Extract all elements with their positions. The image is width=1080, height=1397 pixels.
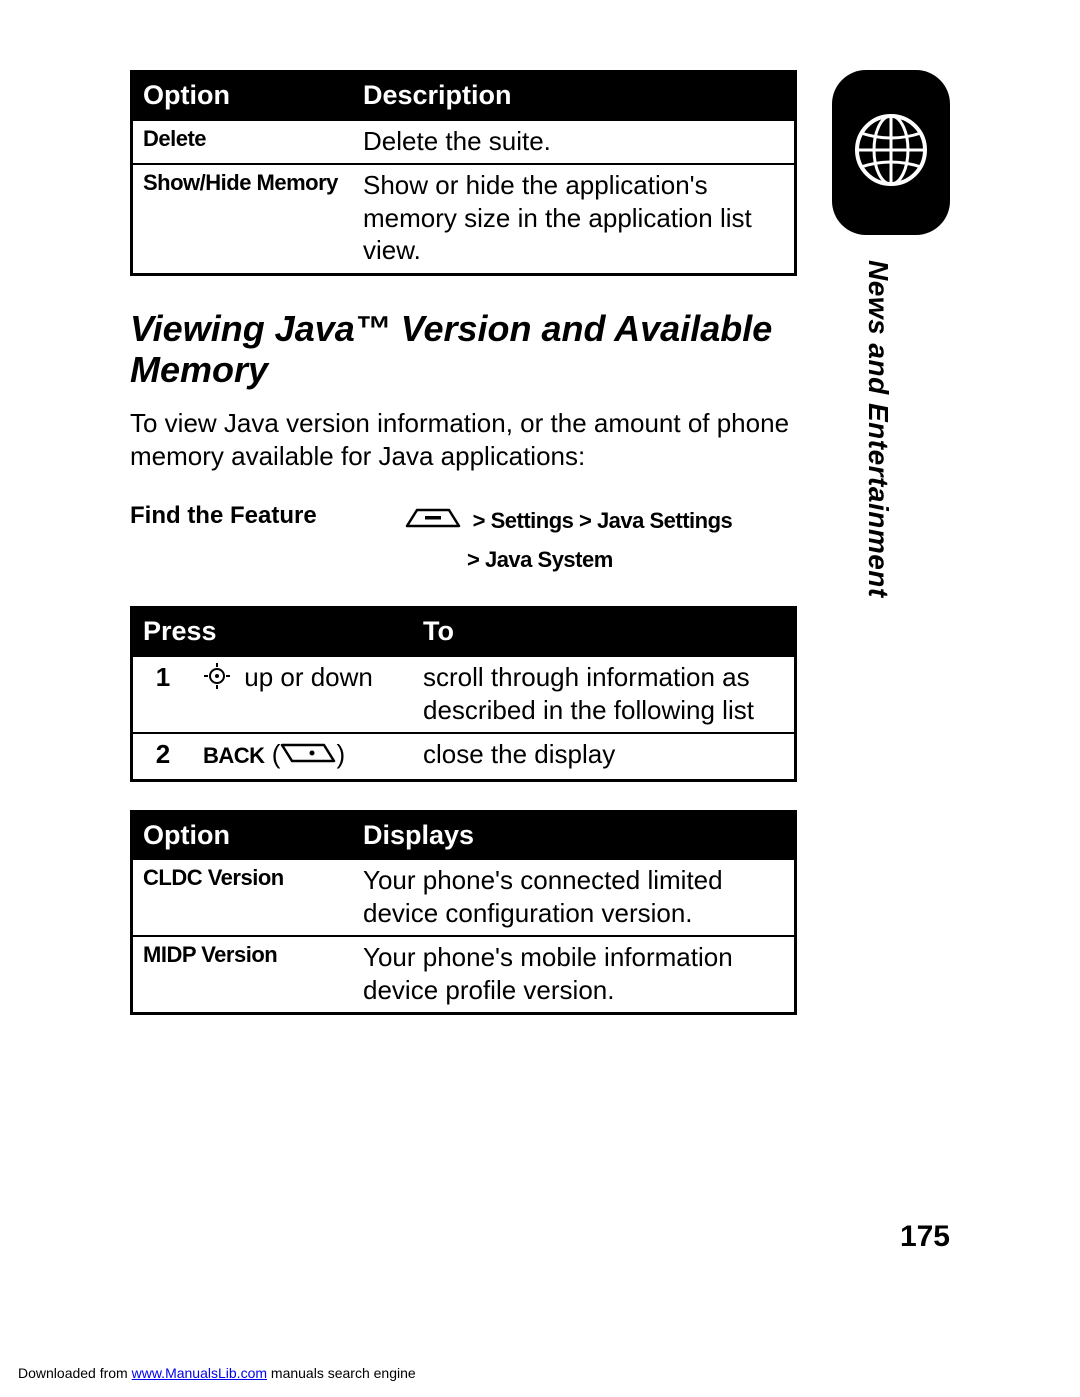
globe-icon — [852, 111, 930, 194]
nav-key-icon — [203, 662, 231, 698]
feature-path-line-1: > Settings > Java Settings — [473, 508, 733, 533]
desc-cell: Delete the suite. — [353, 120, 796, 165]
menu-key-icon — [405, 504, 461, 541]
option-delete: Delete — [132, 120, 354, 165]
key-text: up or down — [244, 662, 373, 692]
option-midp-version: MIDP Version — [132, 936, 354, 1014]
col-description: Description — [353, 72, 796, 120]
paren-close: ) — [336, 739, 345, 769]
desc-cell: Show or hide the application's memory si… — [353, 164, 796, 274]
back-label: BACK — [203, 743, 265, 768]
section-heading: Viewing Java™ Version and Available Memo… — [130, 308, 797, 391]
option-cldc-version: CLDC Version — [132, 859, 354, 936]
intro-paragraph: To view Java version information, or the… — [130, 407, 797, 475]
table-row: MIDP Version Your phone's mobile informa… — [132, 936, 796, 1014]
option-show-hide-memory: Show/Hide Memory — [132, 164, 354, 274]
desc-cell: Your phone's connected limited device co… — [353, 859, 796, 936]
table-row: 2 BACK ( ) close the display — [132, 733, 796, 780]
col-to: To — [413, 608, 796, 656]
press-to-table: Press To 1 up — [130, 606, 797, 781]
feature-path-line-2: > Java System — [467, 547, 613, 572]
find-the-feature: Find the Feature > Settings > Java Setti… — [130, 502, 797, 578]
to-cell: scroll through information as described … — [413, 656, 796, 733]
key-cell: up or down — [193, 656, 413, 733]
col-option: Option — [132, 811, 354, 859]
feature-label: Find the Feature — [130, 502, 405, 530]
table-row: CLDC Version Your phone's connected limi… — [132, 859, 796, 936]
table-row: Show/Hide Memory Show or hide the applic… — [132, 164, 796, 274]
section-side-label: News and Entertainment — [862, 260, 894, 598]
options-table-2: Option Displays CLDC Version Your phone'… — [130, 810, 797, 1016]
step-num: 2 — [132, 733, 194, 780]
paren-open: ( — [272, 739, 281, 769]
table-row: 1 up or down scroll throug — [132, 656, 796, 733]
step-num: 1 — [132, 656, 194, 733]
key-cell: BACK ( ) — [193, 733, 413, 780]
to-cell: close the display — [413, 733, 796, 780]
footer-source: Downloaded from www.ManualsLib.com manua… — [18, 1365, 416, 1381]
footer-suffix: manuals search engine — [267, 1365, 416, 1381]
footer-prefix: Downloaded from — [18, 1365, 132, 1381]
col-option: Option — [132, 72, 354, 120]
right-softkey-icon — [280, 740, 336, 773]
page-number: 175 — [0, 1220, 950, 1254]
desc-cell: Your phone's mobile information device p… — [353, 936, 796, 1014]
table-row: Delete Delete the suite. — [132, 120, 796, 165]
section-tab — [832, 70, 950, 235]
footer-link[interactable]: www.ManualsLib.com — [132, 1365, 267, 1381]
col-press: Press — [132, 608, 414, 656]
col-displays: Displays — [353, 811, 796, 859]
options-table-1: Option Description Delete Delete the sui… — [130, 70, 797, 276]
